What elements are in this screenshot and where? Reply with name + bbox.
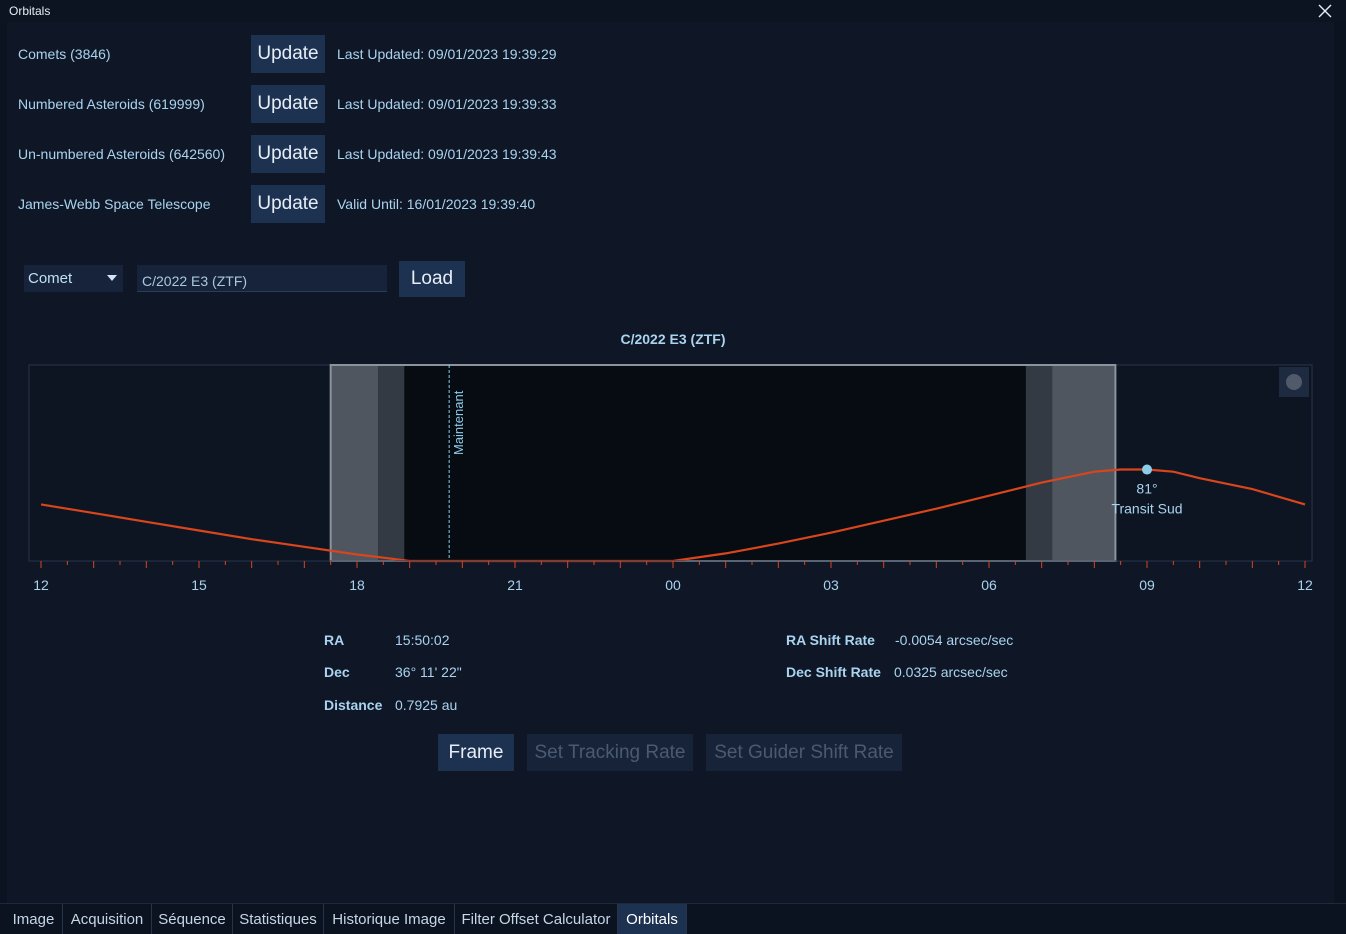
- tab-filter-offset-calculator[interactable]: Filter Offset Calculator: [455, 904, 618, 934]
- distance-value: 0.7925 au: [395, 697, 458, 713]
- dec-value: 36° 11' 22": [395, 664, 462, 680]
- tab-acquisition[interactable]: Acquisition: [63, 904, 152, 934]
- set-guider-shift-rate-button[interactable]: Set Guider Shift Rate: [706, 734, 902, 771]
- source-label-unnumbered-asteroids: Un-numbered Asteroids (642560): [18, 146, 226, 162]
- update-unnumbered-asteroids-button[interactable]: Update: [251, 135, 325, 173]
- status-numbered-asteroids: Last Updated: 09/01/2023 19:39:33: [337, 96, 557, 112]
- status-jwst: Valid Until: 16/01/2023 19:39:40: [337, 196, 536, 212]
- twilight-band-morning-nautical: [1025, 365, 1053, 561]
- status-comets: Last Updated: 09/01/2023 19:39:29: [337, 46, 557, 62]
- close-button[interactable]: [1312, 1, 1338, 21]
- transit-point: [1142, 464, 1152, 475]
- tab-sequence[interactable]: Séquence: [152, 904, 233, 934]
- dec-shift-rate-value: 0.0325 arcsec/sec: [894, 664, 1008, 680]
- object-type-select[interactable]: Comet: [24, 265, 123, 292]
- chevron-down-icon: [107, 275, 117, 281]
- set-tracking-rate-button[interactable]: Set Tracking Rate: [527, 734, 693, 771]
- source-label-comets: Comets (3846): [18, 46, 111, 62]
- update-comets-button[interactable]: Update: [251, 35, 325, 73]
- x-tick-label: 00: [665, 577, 681, 593]
- object-type-value: Comet: [28, 270, 73, 287]
- now-label: Maintenant: [451, 390, 466, 455]
- moon-toggle-button[interactable]: [1279, 367, 1309, 397]
- tab-image[interactable]: Image: [5, 904, 63, 934]
- twilight-band-morning-civil: [1052, 365, 1116, 561]
- x-tick-label: 09: [1139, 577, 1155, 593]
- transit-altitude-label: 81°: [1136, 481, 1157, 497]
- close-icon: [1318, 4, 1332, 18]
- tab-orbitals[interactable]: Orbitals: [618, 904, 687, 934]
- twilight-band-evening-nautical: [378, 365, 405, 561]
- night-band: [404, 365, 1026, 561]
- x-tick-label: 21: [507, 577, 523, 593]
- dec-shift-rate-label: Dec Shift Rate: [786, 664, 881, 680]
- x-tick-label: 06: [981, 577, 997, 593]
- x-tick-label: 18: [349, 577, 365, 593]
- distance-label: Distance: [324, 697, 383, 713]
- load-button[interactable]: Load: [399, 261, 465, 297]
- frame-button[interactable]: Frame: [438, 734, 514, 771]
- update-numbered-asteroids-button[interactable]: Update: [251, 85, 325, 123]
- status-unnumbered-asteroids: Last Updated: 09/01/2023 19:39:43: [337, 146, 557, 162]
- x-tick-label: 03: [823, 577, 839, 593]
- dec-label: Dec: [324, 664, 350, 680]
- ra-shift-rate-label: RA Shift Rate: [786, 632, 875, 648]
- source-label-numbered-asteroids: Numbered Asteroids (619999): [18, 96, 205, 112]
- chart-title: C/2022 E3 (ZTF): [620, 331, 726, 347]
- tab-bar: Image Acquisition Séquence Statistiques …: [0, 903, 1346, 934]
- moon-icon: [1286, 374, 1302, 390]
- window-title: Orbitals: [9, 4, 51, 18]
- update-jwst-button[interactable]: Update: [251, 185, 325, 223]
- window-titlebar: Orbitals: [0, 0, 1346, 22]
- tab-statistiques[interactable]: Statistiques: [233, 904, 324, 934]
- x-tick-label: 12: [33, 577, 49, 593]
- ra-value: 15:50:02: [395, 632, 450, 648]
- ra-shift-rate-value: -0.0054 arcsec/sec: [895, 632, 1014, 648]
- twilight-band-evening-civil: [330, 365, 379, 561]
- x-tick-label: 15: [191, 577, 207, 593]
- x-tick-label: 12: [1297, 577, 1313, 593]
- source-label-jwst: James-Webb Space Telescope: [18, 196, 211, 212]
- tab-historique-image[interactable]: Historique Image: [324, 904, 455, 934]
- transit-label: Transit Sud: [1111, 501, 1182, 517]
- object-name-input[interactable]: [137, 265, 387, 292]
- altitude-chart: Maintenant 12 15 18 21 00 03 06 09 12 81° Transi…: [28, 364, 1313, 593]
- ra-label: RA: [324, 632, 345, 648]
- x-ticks: 12 15 18 21 00 03 06 09 12: [33, 561, 1313, 593]
